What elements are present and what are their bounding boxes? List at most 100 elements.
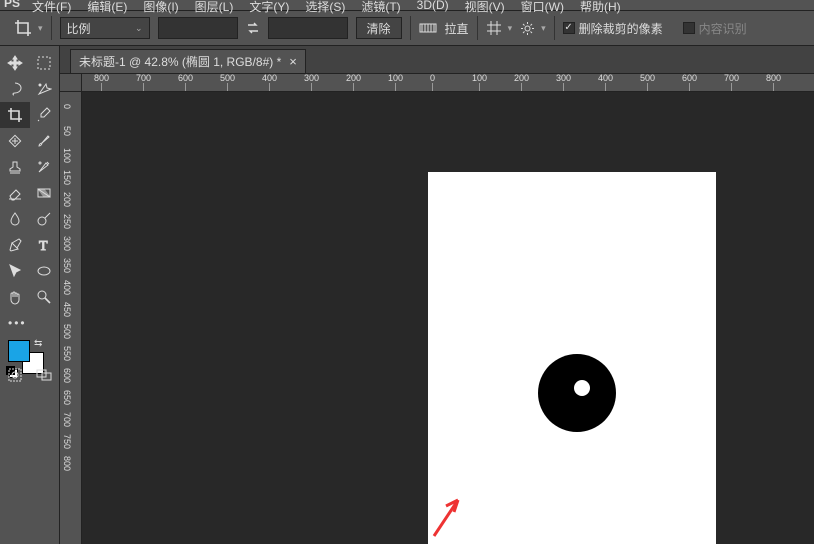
tab-title: 未标题-1 @ 42.8% (椭圆 1, RGB/8#) * xyxy=(79,53,281,70)
ruler-tick: 550 xyxy=(60,346,82,361)
crop-width-input[interactable] xyxy=(158,17,238,39)
menu-help[interactable]: 帮助(H) xyxy=(580,0,621,8)
ruler-tick: 800 xyxy=(60,456,82,471)
shape-tool[interactable] xyxy=(30,258,60,284)
hand-tool[interactable] xyxy=(0,284,30,310)
text-tool[interactable]: T xyxy=(30,232,60,258)
document-area: 未标题-1 @ 42.8% (椭圆 1, RGB/8#) * × 800 700 6… xyxy=(60,46,814,544)
crop-height-input[interactable] xyxy=(268,17,348,39)
ellipse-highlight xyxy=(574,380,590,396)
ruler-tick: 0 xyxy=(60,104,82,109)
swap-colors-icon[interactable]: ⇆ xyxy=(34,338,42,349)
screen-mode-icon[interactable] xyxy=(30,362,60,388)
move-tool[interactable] xyxy=(0,50,30,76)
ruler-tick: 200 xyxy=(346,74,361,92)
ruler-tick: 750 xyxy=(60,434,82,449)
ruler-tick: 300 xyxy=(60,236,82,251)
blur-tool[interactable] xyxy=(0,206,30,232)
ruler-vertical[interactable]: 0501001502002503003504004505005506006507… xyxy=(60,92,82,544)
ps-logo: PS xyxy=(4,0,20,10)
document-tab[interactable]: 未标题-1 @ 42.8% (椭圆 1, RGB/8#) * × xyxy=(70,49,306,73)
menu-type[interactable]: 文字(Y) xyxy=(249,0,289,8)
dodge-tool[interactable] xyxy=(30,206,60,232)
history-brush-tool[interactable] xyxy=(30,154,60,180)
stamp-tool[interactable] xyxy=(0,154,30,180)
menu-image[interactable]: 图像(I) xyxy=(143,0,178,8)
ratio-label: 比例 xyxy=(67,20,91,37)
ruler-tick: 500 xyxy=(640,74,655,92)
ruler-tick: 100 xyxy=(60,148,82,163)
grid-overlay-icon[interactable]: ▾ xyxy=(486,20,513,36)
menu-layer[interactable]: 图层(L) xyxy=(195,0,234,8)
straighten-icon[interactable] xyxy=(419,21,437,35)
ruler-tick: 350 xyxy=(60,258,82,273)
checkbox-icon xyxy=(683,22,695,34)
ruler-tick: 100 xyxy=(472,74,487,92)
ruler-tick: 200 xyxy=(514,74,529,92)
ruler-tick: 50 xyxy=(60,126,82,136)
quick-select-tool[interactable] xyxy=(30,76,60,102)
brush-tool[interactable] xyxy=(30,128,60,154)
divider xyxy=(477,16,478,40)
ruler-tick: 800 xyxy=(766,74,781,92)
crop-tool[interactable] xyxy=(0,102,30,128)
chevron-down-icon: ⌄ xyxy=(135,23,143,34)
ruler-tick: 700 xyxy=(60,412,82,427)
delete-cropped-checkbox[interactable]: 删除裁剪的像素 xyxy=(563,20,663,37)
divider xyxy=(51,16,52,40)
lasso-tool[interactable] xyxy=(0,76,30,102)
menu-window[interactable]: 窗口(W) xyxy=(521,0,564,8)
healing-tool[interactable] xyxy=(0,128,30,154)
eraser-tool[interactable] xyxy=(0,180,30,206)
zoom-tool[interactable] xyxy=(30,284,60,310)
ruler-tick: 400 xyxy=(60,280,82,295)
ruler-tick: 500 xyxy=(60,324,82,339)
path-select-tool[interactable] xyxy=(0,258,30,284)
ruler-tick: 200 xyxy=(60,192,82,207)
swap-icon[interactable] xyxy=(246,21,260,35)
quick-mask-icon[interactable] xyxy=(0,362,30,388)
ruler-horizontal[interactable]: 8007006005004003002001000100200300400500… xyxy=(82,74,814,92)
ruler-tick: 150 xyxy=(60,170,82,185)
tab-strip: 未标题-1 @ 42.8% (椭圆 1, RGB/8#) * × xyxy=(60,46,814,74)
ruler-tick: 250 xyxy=(60,214,82,229)
ruler-tick: 700 xyxy=(724,74,739,92)
menu-filter[interactable]: 滤镜(T) xyxy=(361,0,400,8)
gear-icon[interactable]: ▾ xyxy=(520,21,546,36)
gradient-tool[interactable] xyxy=(30,180,60,206)
close-icon[interactable]: × xyxy=(289,54,297,69)
ruler-tick: 450 xyxy=(60,302,82,317)
ruler-tick: 500 xyxy=(220,74,235,92)
menu-select[interactable]: 选择(S) xyxy=(305,0,345,8)
divider xyxy=(410,16,411,40)
checkbox-checked-icon xyxy=(563,22,575,34)
pen-tool[interactable] xyxy=(0,232,30,258)
ruler-tick: 0 xyxy=(430,74,435,92)
menu-edit[interactable]: 编辑(E) xyxy=(87,0,127,8)
eyedropper-tool[interactable] xyxy=(30,102,60,128)
ruler-corner xyxy=(60,74,82,92)
ruler-tick: 300 xyxy=(304,74,319,92)
tool-dots[interactable]: ••• xyxy=(0,310,59,336)
ruler-tick: 100 xyxy=(388,74,403,92)
ratio-dropdown[interactable]: 比例 ⌄ xyxy=(60,17,150,39)
menu-file[interactable]: 文件(F) xyxy=(32,0,71,8)
ruler-tick: 300 xyxy=(556,74,571,92)
ruler-tick: 400 xyxy=(598,74,613,92)
foreground-color-swatch[interactable] xyxy=(8,340,30,362)
marquee-tool[interactable] xyxy=(30,50,60,76)
menubar: PS 文件(F) 编辑(E) 图像(I) 图层(L) 文字(Y) 选择(S) 滤… xyxy=(0,0,814,8)
options-bar: ▾ 比例 ⌄ 清除 拉直 ▾ ▾ 删除裁剪的像素 内容识别 xyxy=(0,10,814,46)
menu-view[interactable]: 视图(V) xyxy=(465,0,505,8)
menu-3d[interactable]: 3D(D) xyxy=(417,0,449,8)
svg-text:T: T xyxy=(39,239,48,253)
canvas[interactable] xyxy=(82,92,814,544)
ruler-tick: 600 xyxy=(178,74,193,92)
clear-button[interactable]: 清除 xyxy=(356,17,402,39)
content-aware-checkbox[interactable]: 内容识别 xyxy=(683,20,747,37)
divider xyxy=(554,16,555,40)
ruler-tick: 600 xyxy=(60,368,82,383)
crop-tool-icon[interactable]: ▾ xyxy=(14,19,43,37)
ruler-tick: 800 xyxy=(94,74,109,92)
straighten-label[interactable]: 拉直 xyxy=(445,20,469,37)
